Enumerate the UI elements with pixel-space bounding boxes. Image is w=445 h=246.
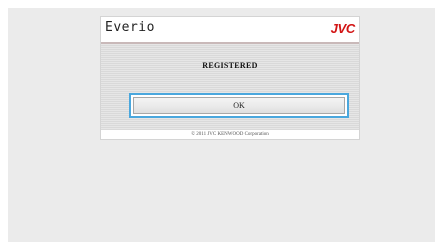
content-area: REGISTERED OK [101,44,359,130]
copyright-footer: © 2011 JVC KENWOOD Corporation [101,130,359,139]
dialog-panel: Everio JVC REGISTERED OK © 2011 JVC KENW… [101,17,359,139]
app-name: Everio [105,20,155,35]
header-bar: Everio JVC [101,17,359,44]
ok-button[interactable]: OK [133,97,345,114]
status-message: REGISTERED [202,61,258,70]
ok-button-focus-outline: OK [129,93,349,118]
jvc-logo: JVC [330,21,356,36]
browser-viewport: Everio JVC REGISTERED OK © 2011 JVC KENW… [8,8,435,242]
